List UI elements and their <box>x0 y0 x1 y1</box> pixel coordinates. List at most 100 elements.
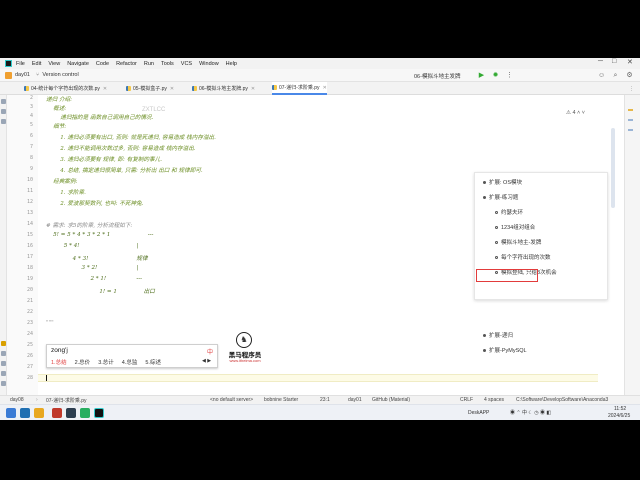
brand-site: www.itheima.com <box>229 358 261 363</box>
menu-view[interactable]: View <box>48 61 60 67</box>
interpreter-status[interactable]: <no default server> <box>210 397 253 403</box>
menu-window[interactable]: Window <box>199 61 219 67</box>
inspection-widget[interactable]: ⚠ 4 ˄ ˅ <box>566 110 585 116</box>
menu-navigate[interactable]: Navigate <box>67 61 89 67</box>
user-icon[interactable]: ☺ <box>598 72 605 79</box>
cursor-position[interactable]: 23:1 <box>320 397 330 403</box>
terminal-icon[interactable] <box>1 361 6 366</box>
menu-edit[interactable]: Edit <box>32 61 41 67</box>
menu-item-label: 扩展-递归 <box>489 333 513 339</box>
menu-item-recursion[interactable]: 扩展-递归 <box>483 331 513 339</box>
close-tab-icon[interactable]: ✕ <box>323 85 327 91</box>
tray-icons[interactable]: ◉ ⌃ 中 ☾ ◷ ◉ ◧ <box>510 409 551 416</box>
settings-gear-icon[interactable]: ⚙ <box>626 72 633 79</box>
menu-item-josephus[interactable]: 约瑟夫环 <box>495 208 523 216</box>
tab-06[interactable]: 06-模拟斗地主发牌.py ✕ <box>192 82 255 95</box>
more-actions-icon[interactable]: ⋮ <box>506 72 513 79</box>
tab-05[interactable]: 05-模拟盒子.py ✕ <box>126 82 174 95</box>
menu-run[interactable]: Run <box>144 61 154 67</box>
notifications-icon[interactable] <box>628 119 633 121</box>
code-line: 1! = 1 出口 <box>46 289 155 295</box>
close-window-icon[interactable]: ✕ <box>627 58 633 66</box>
structure-tool-icon[interactable] <box>1 109 6 114</box>
ime-candidate[interactable]: 4.总监 <box>122 358 138 366</box>
run-icon[interactable]: ▶ <box>478 72 485 79</box>
menu-help[interactable]: Help <box>226 61 237 67</box>
line-number: 28 <box>26 375 33 381</box>
menu-code[interactable]: Code <box>96 61 109 67</box>
python-file-icon <box>24 86 29 91</box>
editor-tabs: 04-统计每个字符出现的次数.py ✕ 05-模拟盒子.py ✕ 06-模拟斗地… <box>0 82 640 95</box>
line-number: 11 <box>26 188 33 194</box>
close-tab-icon[interactable]: ✕ <box>251 86 255 92</box>
project-tool-icon[interactable] <box>1 99 6 104</box>
ime-composition-text: zong'j <box>51 347 68 354</box>
tab-label: 05-模拟盒子.py <box>133 86 167 92</box>
menu-item-os-module[interactable]: 扩展: OS模块 <box>483 178 522 186</box>
breadcrumb-project[interactable]: day08 <box>10 397 24 403</box>
menu-tools[interactable]: Tools <box>161 61 174 67</box>
highlight-box <box>476 269 538 282</box>
git-icon[interactable] <box>1 381 6 386</box>
code-line: 经典案例: <box>46 179 78 185</box>
menu-item-1234[interactable]: 1234组对组合 <box>495 223 535 231</box>
app-icon[interactable] <box>52 408 62 418</box>
clock-date[interactable]: 2024/6/25 <box>608 413 630 419</box>
search-icon[interactable]: ⌕ <box>612 72 619 79</box>
commit-tool-icon[interactable] <box>1 119 6 124</box>
line-number: 19 <box>26 276 33 282</box>
line-number: 3 <box>29 104 33 110</box>
code-line: 3 * 2! | <box>46 265 139 271</box>
ime-page-nav[interactable]: ◀ ▶ <box>202 358 211 364</box>
code-comment-line: # 需求: 求5的阶乘, 分析流程如下: <box>46 223 133 229</box>
plugin-status[interactable]: bobnine Starter <box>264 397 298 403</box>
menu-item-exercises[interactable]: 扩展-练习题 <box>483 193 518 201</box>
terminal-app-icon[interactable] <box>66 408 76 418</box>
line-number: 16 <box>26 243 33 249</box>
problems-icon[interactable] <box>1 371 6 376</box>
debug-icon[interactable]: ✹ <box>492 72 499 79</box>
breadcrumb-file[interactable]: 07-递归-求阶乘.py <box>46 397 87 404</box>
python-sdk[interactable]: C:\Software\DevelopSoftware\Anaconda3 <box>516 397 608 403</box>
edge-browser-icon[interactable] <box>20 408 30 418</box>
clock-time[interactable]: 11:52 <box>614 406 626 412</box>
tabs-menu-icon[interactable]: ⋮ <box>629 82 634 95</box>
python-console-icon[interactable] <box>1 351 6 356</box>
pycharm-taskbar-icon[interactable] <box>94 408 104 418</box>
editor-scrollbar-thumb[interactable] <box>611 128 615 208</box>
database-icon[interactable] <box>628 129 633 131</box>
left-tool-strip <box>0 95 7 395</box>
maximize-icon[interactable]: □ <box>612 58 616 65</box>
menu-item-doudizhu[interactable]: 模拟斗地主-发牌 <box>495 238 541 246</box>
deskapp-label[interactable]: DeskAPP <box>468 410 489 416</box>
ime-candidate[interactable]: 3.总计 <box>98 358 114 366</box>
menu-file[interactable]: File <box>16 61 25 67</box>
minimize-icon[interactable]: ─ <box>598 58 603 65</box>
windows-start-icon[interactable] <box>6 408 16 418</box>
git-branch[interactable]: day01 <box>348 397 362 403</box>
line-ending[interactable]: CRLF <box>460 397 473 403</box>
python-packages-icon[interactable] <box>1 341 6 346</box>
indent-setting[interactable]: 4 spaces <box>484 397 504 403</box>
theme-status[interactable]: GitHub (Material) <box>372 397 410 403</box>
ime-candidate[interactable]: 5.综述 <box>145 358 161 366</box>
bullet-icon <box>483 349 486 353</box>
project-selector[interactable]: day01 <box>15 72 30 78</box>
tab-04[interactable]: 04-统计每个字符出现的次数.py ✕ <box>24 82 107 95</box>
close-tab-icon[interactable]: ✕ <box>170 86 174 92</box>
tab-07-active[interactable]: 07-递归-求阶乘.py ✕ <box>272 82 327 95</box>
menu-item-pymysql[interactable]: 扩展-PyMySQL <box>483 346 527 354</box>
run-config-selector[interactable]: 06-模拟斗地主发牌 <box>414 72 460 80</box>
menu-item-char-count[interactable]: 每个字符出现的次数 <box>495 253 551 261</box>
menu-vcs[interactable]: VCS <box>181 61 192 67</box>
python-file-icon <box>126 86 131 91</box>
ime-candidate[interactable]: 2.总价 <box>75 358 91 366</box>
file-explorer-icon[interactable] <box>34 408 44 418</box>
warning-marker[interactable] <box>628 109 633 111</box>
vcs-selector[interactable]: Version control <box>42 72 78 78</box>
ime-candidate[interactable]: 1.总结 <box>51 358 67 366</box>
close-tab-icon[interactable]: ✕ <box>103 86 107 92</box>
menu-refactor[interactable]: Refactor <box>116 61 137 67</box>
text-caret <box>46 375 47 381</box>
wechat-icon[interactable] <box>80 408 90 418</box>
